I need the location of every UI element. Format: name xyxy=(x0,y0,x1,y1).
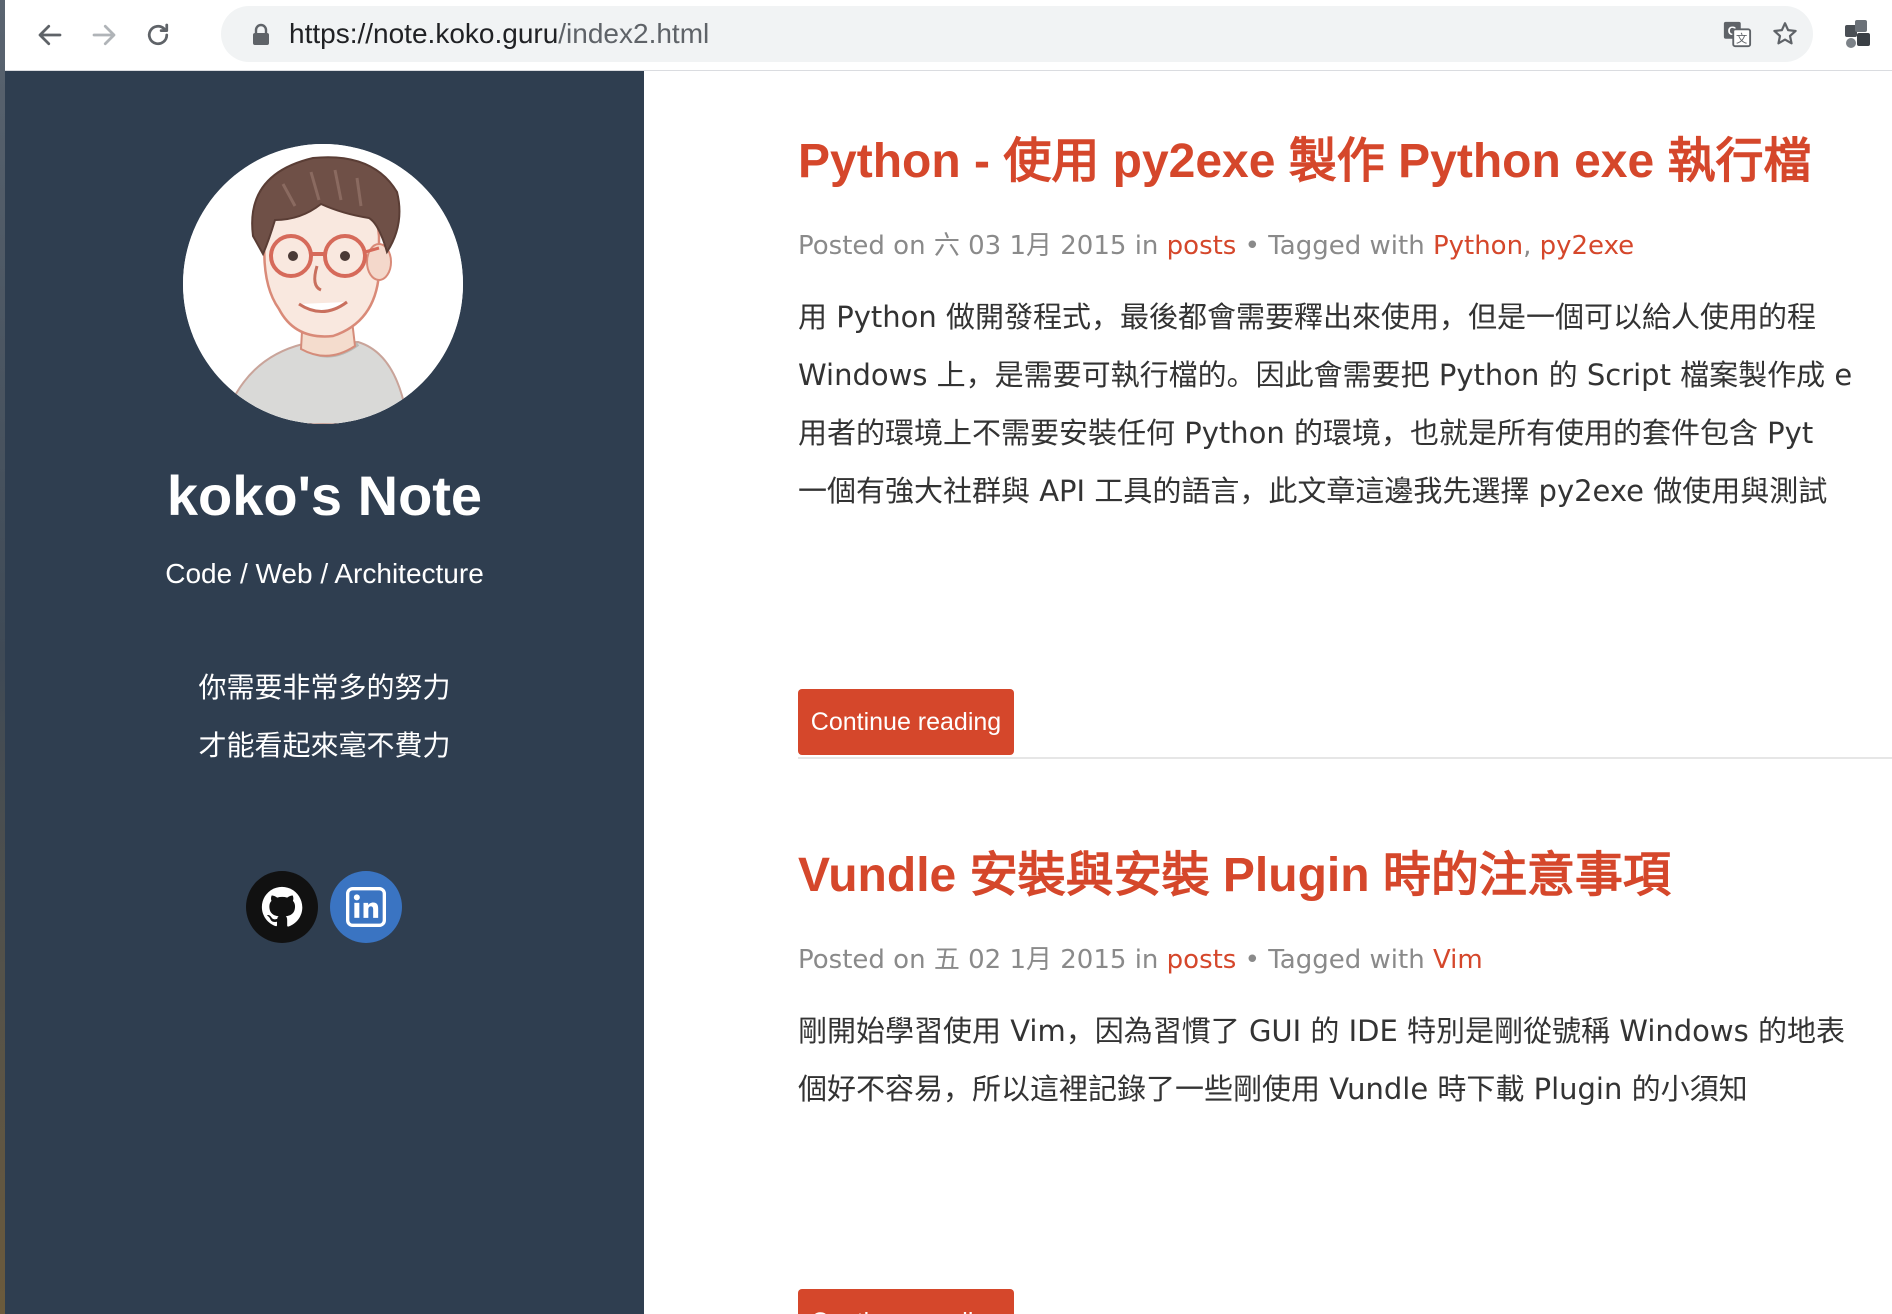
extension-icon[interactable] xyxy=(1841,16,1877,52)
lock-icon xyxy=(253,23,269,45)
avatar[interactable] xyxy=(183,144,463,424)
meta-posted-label: Posted on xyxy=(798,231,926,261)
url-host: https://note.koko.guru xyxy=(289,18,559,49)
meta-in-label: in xyxy=(1134,231,1159,261)
github-icon[interactable] xyxy=(246,871,318,943)
motto-line: 你需要非常多的努力 xyxy=(198,671,451,704)
site-tagline: Code / Web / Architecture xyxy=(165,558,484,589)
post-title[interactable]: Python - 使用 py2exe 製作 Python exe 執行檔 xyxy=(798,121,1892,191)
tag-separator: , xyxy=(1523,231,1532,261)
translate-icon[interactable]: G 文 xyxy=(1721,18,1753,50)
continue-reading-button[interactable]: Continue reading xyxy=(798,689,1014,755)
post-meta: Posted on 五 02 1月 2015 in posts • Tagged… xyxy=(798,939,1483,976)
tag-link[interactable]: Vim xyxy=(1433,945,1483,975)
post-card: Vundle 安裝與安裝 Plugin 時的注意事項 Posted on 五 0… xyxy=(798,835,1892,1314)
reload-icon[interactable] xyxy=(137,14,179,56)
meta-in-label: in xyxy=(1134,945,1159,975)
back-icon[interactable] xyxy=(29,14,71,56)
continue-reading-button[interactable]: Continue reading xyxy=(798,1289,1014,1314)
main-content: Python - 使用 py2exe 製作 Python exe 執行檔 Pos… xyxy=(644,71,1892,1314)
address-bar[interactable]: https://note.koko.guru/index2.html G 文 xyxy=(221,6,1813,62)
meta-posted-label: Posted on xyxy=(798,945,926,975)
forward-icon[interactable] xyxy=(83,14,125,56)
post-title[interactable]: Vundle 安裝與安裝 Plugin 時的注意事項 xyxy=(798,835,1892,905)
linkedin-icon[interactable] xyxy=(330,871,402,943)
tag-link[interactable]: py2exe xyxy=(1540,231,1635,261)
svg-text:文: 文 xyxy=(1736,31,1747,45)
excerpt-line: 一個有強大社群與 API 工具的語言，此文章這邊我先選擇 py2exe 做使用與… xyxy=(798,474,1828,508)
post-date: 六 03 1月 2015 xyxy=(933,231,1127,261)
bookmark-star-icon[interactable] xyxy=(1769,18,1801,50)
post-divider xyxy=(798,757,1892,759)
meta-tagged-label: • Tagged with xyxy=(1244,945,1425,975)
excerpt-line: 用者的環境上不需要安裝任何 Python 的環境，也就是所有使用的套件包含 Py… xyxy=(798,416,1814,450)
excerpt-line: Windows 上，是需要可執行檔的。因此會需要把 Python 的 Scrip… xyxy=(798,358,1853,392)
excerpt-line: 個好不容易，所以這裡記錄了一些剛使用 Vundle 時下載 Plugin 的小須… xyxy=(798,1072,1748,1106)
category-link[interactable]: posts xyxy=(1167,945,1237,975)
tag-link[interactable]: Python xyxy=(1433,231,1523,261)
meta-tagged-label: • Tagged with xyxy=(1244,231,1425,261)
post-meta: Posted on 六 03 1月 2015 in posts • Tagged… xyxy=(798,225,1634,262)
browser-toolbar: https://note.koko.guru/index2.html G 文 xyxy=(5,0,1892,71)
excerpt-line: 剛開始學習使用 Vim，因為習慣了 GUI 的 IDE 特別是剛從號稱 Wind… xyxy=(798,1014,1845,1048)
category-link[interactable]: posts xyxy=(1167,231,1237,261)
url-text[interactable]: https://note.koko.guru/index2.html xyxy=(289,6,709,62)
post-card: Python - 使用 py2exe 製作 Python exe 執行檔 Pos… xyxy=(798,121,1892,755)
post-excerpt: 用 Python 做開發程式，最後都會需要釋出來使用，但是一個可以給人使用的程 … xyxy=(798,288,1852,520)
excerpt-line: 用 Python 做開發程式，最後都會需要釋出來使用，但是一個可以給人使用的程 xyxy=(798,300,1816,334)
post-excerpt: 剛開始學習使用 Vim，因為習慣了 GUI 的 IDE 特別是剛從號稱 Wind… xyxy=(798,1002,1845,1118)
post-date: 五 02 1月 2015 xyxy=(933,945,1127,975)
motto-line: 才能看起來毫不費力 xyxy=(198,729,451,762)
url-path: /index2.html xyxy=(558,18,710,49)
site-title[interactable]: koko's Note xyxy=(5,463,644,528)
sidebar: koko's Note Code / Web / Architecture 你需… xyxy=(5,71,644,1314)
